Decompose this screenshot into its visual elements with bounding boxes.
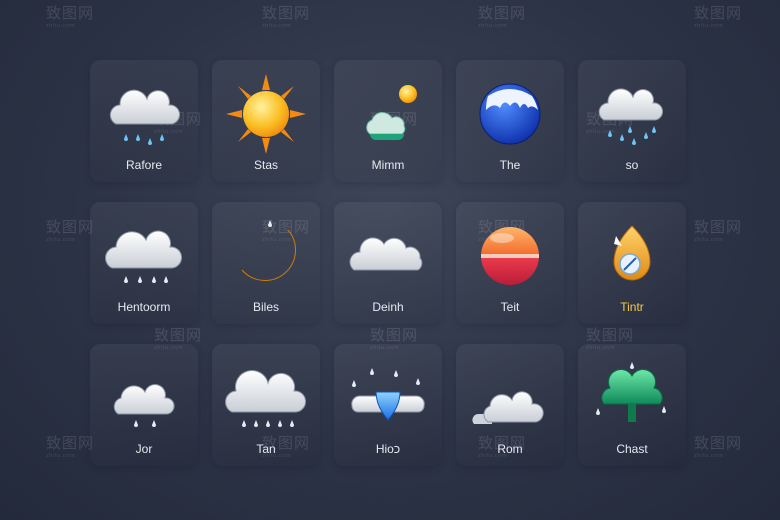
watermark: 致图网zhitu.com bbox=[694, 4, 743, 29]
tile-label: Teit bbox=[500, 300, 520, 314]
tile-label: Hioכ bbox=[375, 442, 401, 456]
watermark: 致图网zhitu.com bbox=[262, 4, 311, 29]
weather-tile-15[interactable]: Chast bbox=[578, 344, 686, 466]
cloud-rain-icon bbox=[225, 370, 307, 427]
raindrop-icon bbox=[351, 368, 425, 421]
tile-label: Tan bbox=[256, 442, 276, 456]
weather-tile-1[interactable]: Rafore bbox=[90, 60, 198, 182]
tile-label: Hentoorm bbox=[117, 300, 171, 314]
weather-tile-9[interactable]: Teit bbox=[456, 202, 564, 324]
cloud-icon bbox=[472, 391, 544, 424]
weather-tile-5[interactable]: so bbox=[578, 60, 686, 182]
cloud-drizzle-icon bbox=[113, 384, 175, 427]
weather-tile-8[interactable]: Deinh bbox=[334, 202, 442, 324]
drop-badge-icon bbox=[613, 225, 651, 281]
weather-tile-11[interactable]: Jor bbox=[90, 344, 198, 466]
tile-label: Stas bbox=[253, 158, 278, 172]
watermark: 致图网zhitu.com bbox=[46, 434, 95, 459]
watermark: 致图网zhitu.com bbox=[694, 434, 743, 459]
tile-label: Rom bbox=[497, 442, 523, 456]
weather-tile-6[interactable]: Hentoorm bbox=[90, 202, 198, 324]
cloud-rain-icon bbox=[109, 89, 180, 145]
orb-icon bbox=[481, 227, 539, 285]
weather-tile-12[interactable]: Tan bbox=[212, 344, 320, 466]
cloud-rain-icon bbox=[105, 230, 183, 283]
weather-tile-14[interactable]: Rom bbox=[456, 344, 564, 466]
tree-icon bbox=[596, 362, 666, 422]
cloud-icon bbox=[349, 237, 423, 271]
tile-label: Chast bbox=[616, 442, 648, 456]
tile-label: Deinh bbox=[372, 300, 404, 314]
moon-icon bbox=[241, 220, 296, 281]
sun-icon bbox=[226, 74, 306, 154]
icon-grid: Rafore Stas Mimm The so Hentoorm Biles D… bbox=[90, 60, 690, 480]
cloud-rain-icon bbox=[598, 88, 663, 145]
tile-label: so bbox=[625, 158, 639, 172]
weather-tile-4[interactable]: The bbox=[456, 60, 564, 182]
tile-label: Tintr bbox=[620, 300, 644, 314]
weather-tile-3[interactable]: Mimm bbox=[334, 60, 442, 182]
cloud-sun-icon bbox=[366, 85, 417, 140]
watermark: 致图网zhitu.com bbox=[46, 218, 95, 243]
watermark: 致图网zhitu.com bbox=[46, 4, 95, 29]
weather-tile-2[interactable]: Stas bbox=[212, 60, 320, 182]
tile-label: The bbox=[499, 158, 521, 172]
weather-tile-10[interactable]: Tintr bbox=[578, 202, 686, 324]
tile-label: Rafore bbox=[125, 158, 163, 172]
tile-label: Biles bbox=[252, 300, 279, 314]
watermark: 致图网zhitu.com bbox=[694, 218, 743, 243]
tile-label: Jor bbox=[135, 442, 153, 456]
tile-label: Mimm bbox=[371, 158, 405, 172]
globe-icon bbox=[479, 83, 541, 145]
weather-tile-13[interactable]: Hioכ bbox=[334, 344, 442, 466]
weather-tile-7[interactable]: Biles bbox=[212, 202, 320, 324]
watermark: 致图网zhitu.com bbox=[478, 4, 527, 29]
